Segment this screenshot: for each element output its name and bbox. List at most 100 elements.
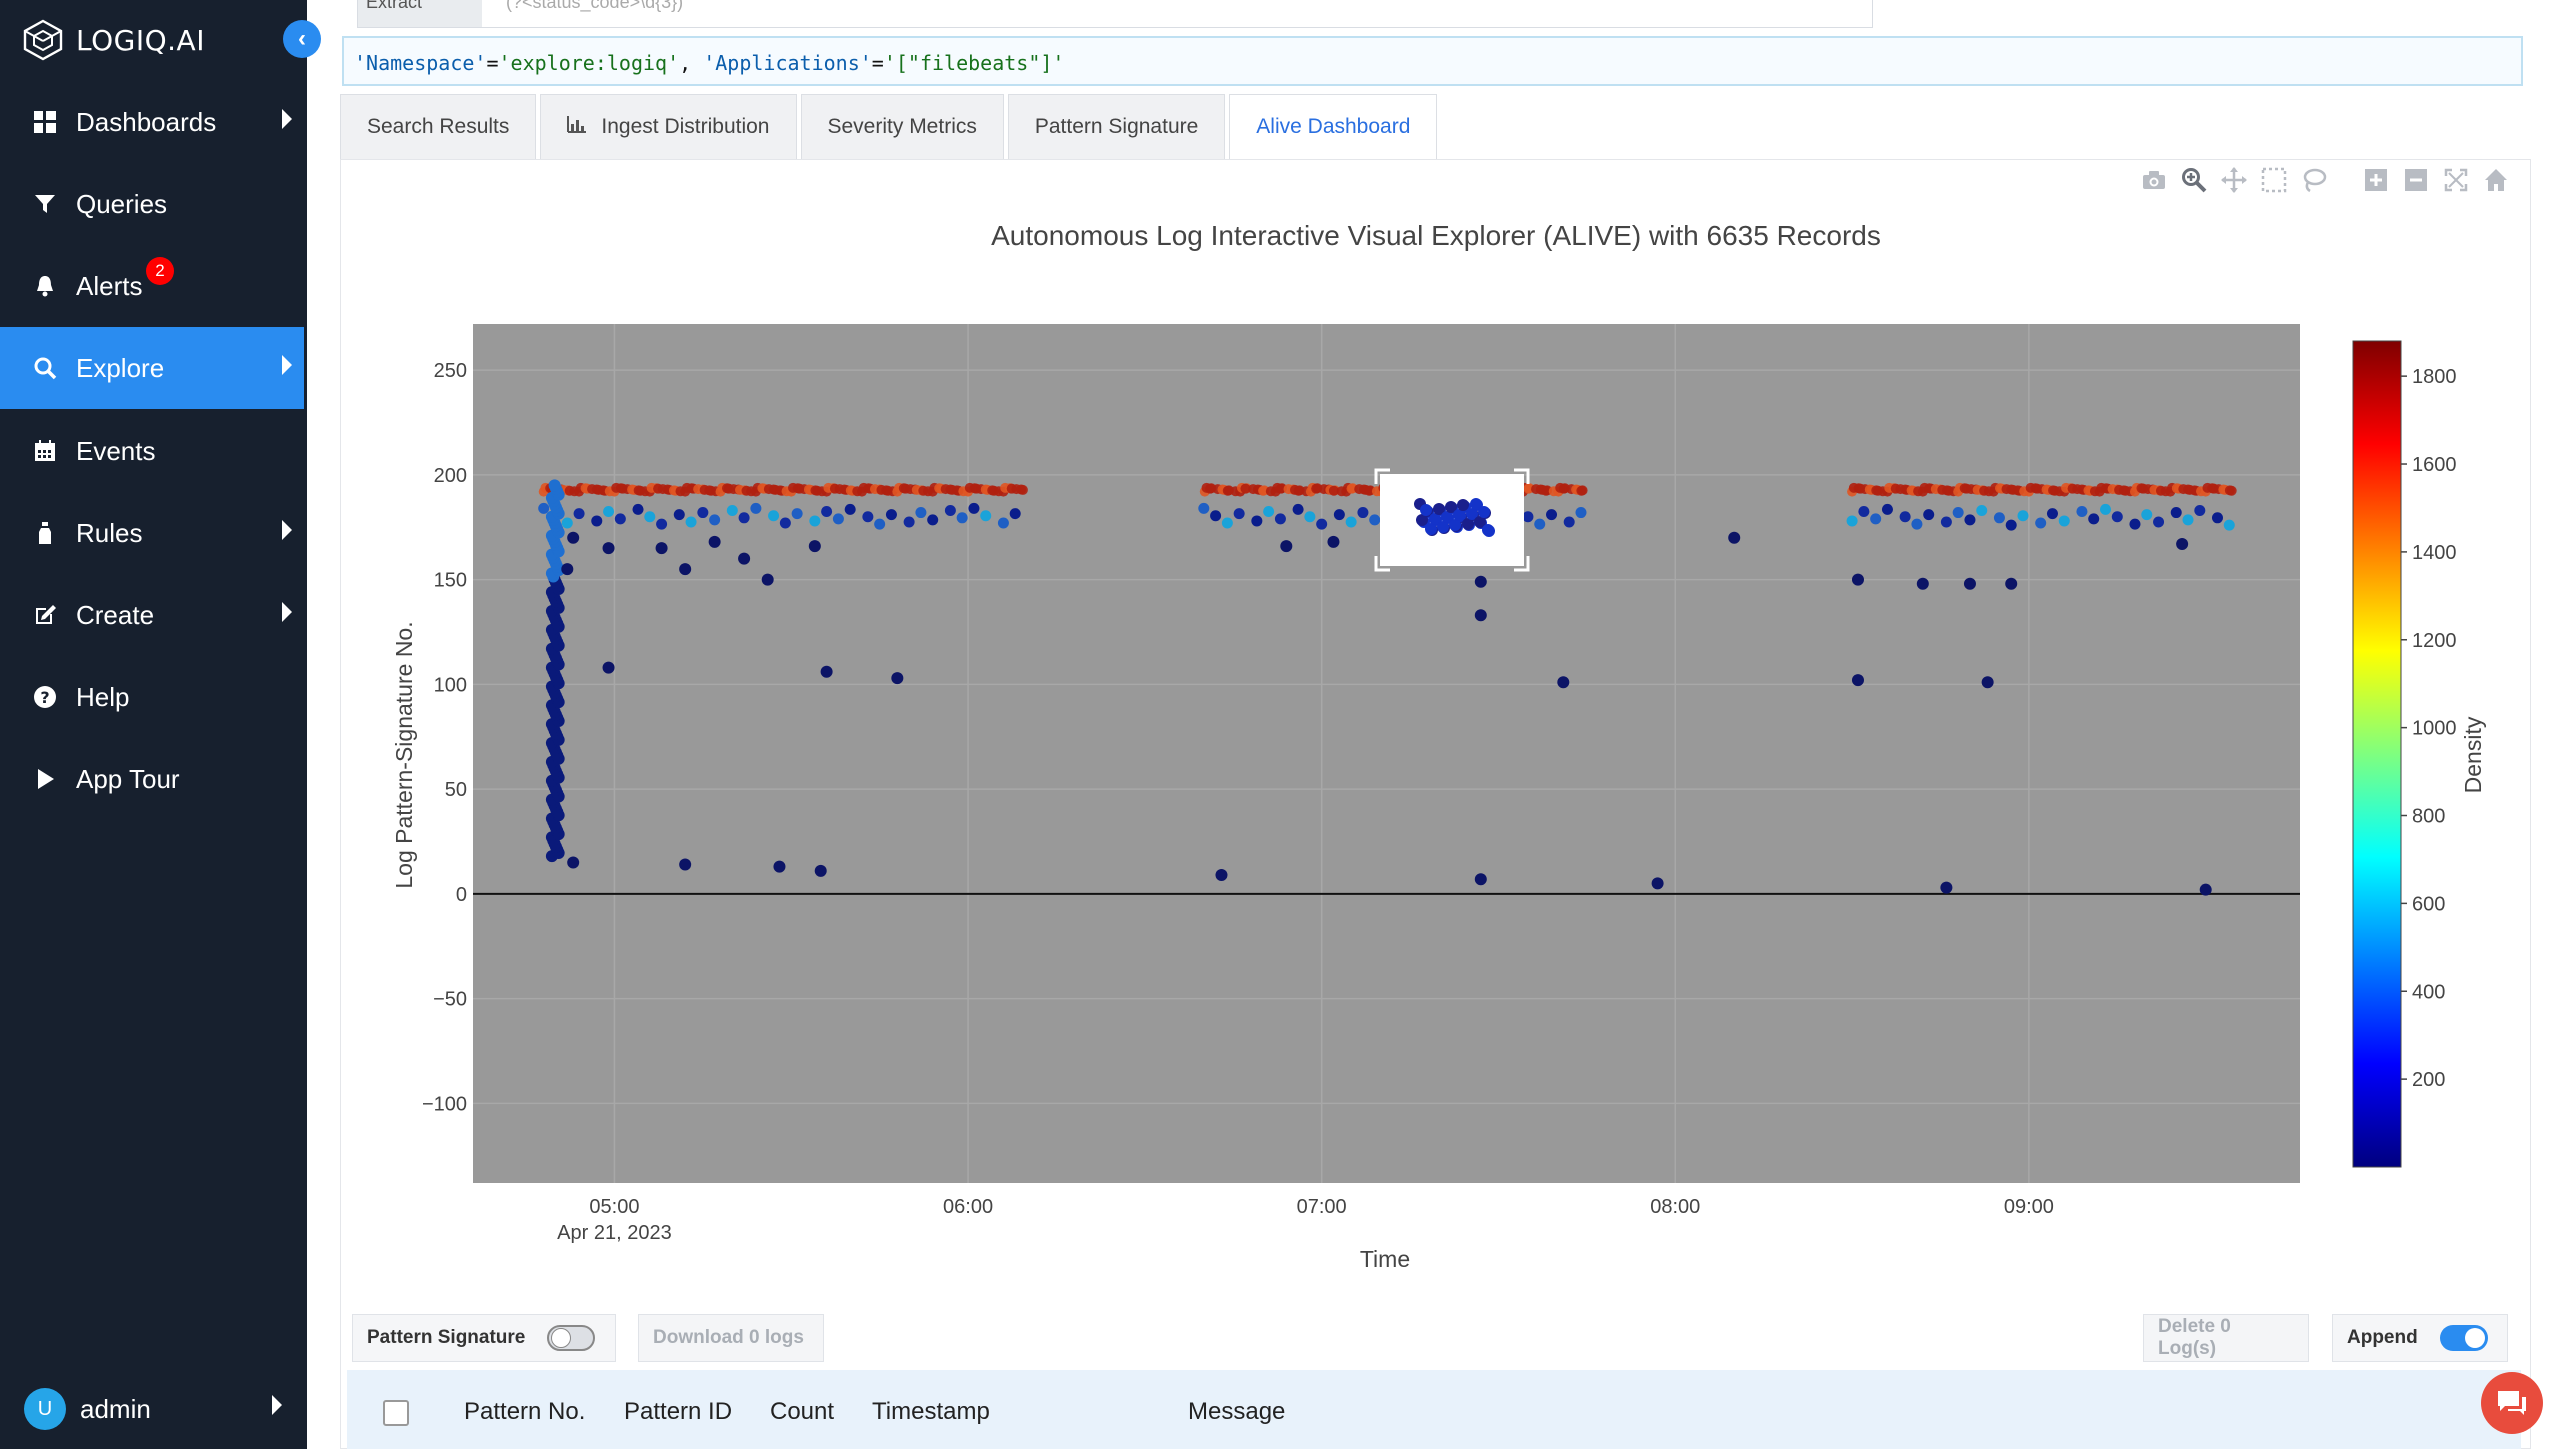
selection-cluster-point: [1482, 524, 1494, 536]
delete-logs-button[interactable]: Delete 0 Log(s): [2143, 1314, 2309, 1362]
scatter-point: [761, 573, 774, 586]
band-point: [1017, 484, 1028, 495]
band-lower-point: [768, 510, 780, 522]
pattern-signature-toggle[interactable]: [547, 1325, 596, 1351]
query-bar[interactable]: 'Namespace'='explore:logiq', 'Applicatio…: [342, 36, 2523, 86]
tab-label: Pattern Signature: [1034, 115, 1199, 138]
band-lower-point: [1940, 516, 1952, 528]
scatter-point: [602, 542, 615, 555]
band-lower-point: [1964, 514, 1976, 526]
band-lower-point: [903, 516, 915, 528]
band-lower-point: [944, 504, 956, 516]
col-pattern-id[interactable]: Pattern ID: [624, 1398, 732, 1426]
sidebar-item-explore[interactable]: Explore: [0, 327, 304, 409]
pan-icon[interactable]: [2220, 166, 2248, 194]
sidebar-item-help[interactable]: ? Help: [0, 656, 304, 738]
append-toggle-group[interactable]: Append: [2332, 1314, 2508, 1362]
scatter-point: [1557, 676, 1570, 689]
extract-label: Extract: [358, 0, 482, 27]
camera-icon[interactable]: [2140, 166, 2168, 194]
tab-ingest-distribution[interactable]: Ingest Distribution: [540, 94, 797, 160]
tab-severity-metrics[interactable]: Severity Metrics: [800, 94, 1004, 160]
alive-scatter-chart[interactable]: Autonomous Log Interactive Visual Explor…: [360, 200, 2530, 1280]
band-lower-point: [709, 514, 721, 526]
band-lower-point: [1911, 518, 1923, 530]
tab-pattern-signature[interactable]: Pattern Signature: [1007, 94, 1226, 160]
user-menu[interactable]: U admin: [24, 1388, 151, 1430]
band-lower-point: [1575, 507, 1587, 519]
band-lower-point: [1357, 507, 1369, 519]
band-lower-point: [2076, 506, 2088, 518]
col-timestamp[interactable]: Timestamp: [872, 1398, 990, 1426]
y-tick-label: 100: [434, 674, 467, 696]
sidebar-item-alerts[interactable]: Alerts 2: [0, 245, 304, 327]
band-lower-point: [1251, 515, 1263, 527]
zoom-in-icon[interactable]: [2362, 166, 2390, 194]
band-lower-point: [685, 516, 697, 528]
autoscale-icon[interactable]: [2442, 166, 2470, 194]
col-count[interactable]: Count: [770, 1398, 834, 1426]
download-logs-button[interactable]: Download 0 logs: [638, 1314, 824, 1362]
append-toggle[interactable]: [2439, 1325, 2488, 1351]
band-lower-point: [656, 518, 668, 530]
sidebar-item-label: Dashboards: [76, 106, 217, 137]
tab-alive-dashboard[interactable]: Alive Dashboard: [1229, 94, 1438, 160]
col-pattern-no[interactable]: Pattern No.: [464, 1398, 585, 1426]
band-lower-point: [632, 503, 644, 515]
scatter-point: [1981, 676, 1994, 689]
band-lower-point: [997, 517, 1009, 529]
band-lower-point: [862, 511, 874, 523]
edit-icon: [32, 602, 58, 628]
sidebar-item-create[interactable]: Create: [0, 574, 304, 656]
colorbar-tick-label: 200: [2412, 1069, 2445, 1091]
zoom-out-icon[interactable]: [2402, 166, 2430, 194]
chat-support-button[interactable]: [2481, 1372, 2543, 1434]
band-lower-point: [1345, 516, 1357, 528]
scatter-point: [1728, 531, 1741, 544]
extract-field[interactable]: Extract (?<status_code>\d{3}): [357, 0, 1873, 28]
sidebar-item-rules[interactable]: Rules: [0, 492, 304, 574]
scatter-point: [814, 864, 827, 877]
band-lower-point: [673, 509, 685, 521]
tab-search-results[interactable]: Search Results: [340, 94, 537, 160]
band-lower-point: [1846, 515, 1858, 527]
collapse-sidebar-button[interactable]: ‹: [283, 20, 321, 58]
colorbar-tick-label: 1800: [2412, 366, 2457, 388]
band-lower-point: [2182, 514, 2194, 526]
sidebar-item-label: Rules: [76, 517, 143, 548]
user-name: admin: [80, 1393, 151, 1424]
x-tick-label: 07:00: [1297, 1196, 1347, 1218]
sidebar-item-queries[interactable]: Queries: [0, 163, 304, 245]
scatter-point: [891, 672, 904, 685]
select-all-checkbox[interactable]: [383, 1400, 409, 1426]
band-lower-point: [844, 503, 856, 515]
band-lower-point: [2170, 507, 2182, 519]
extract-input[interactable]: (?<status_code>\d{3}): [506, 0, 683, 11]
reset-axes-home-icon[interactable]: [2482, 166, 2510, 194]
caret-right-icon[interactable]: [272, 1395, 282, 1415]
scatter-point: [1940, 881, 1953, 894]
col-message[interactable]: Message: [1188, 1398, 1285, 1426]
sidebar-item-label: Help: [76, 681, 130, 712]
grid-icon: [32, 109, 58, 135]
band-lower-point: [1221, 517, 1233, 529]
band-lower-point: [1009, 508, 1021, 520]
zoom-icon[interactable]: [2180, 166, 2208, 194]
band-lower-point: [1292, 503, 1304, 515]
sidebar: LOGIQ.AI ‹ Dashboards Queries Alerts 2 Explo…: [0, 0, 321, 1449]
tab-label: Search Results: [367, 115, 510, 138]
sidebar-item-label: Alerts: [76, 270, 143, 301]
lasso-select-icon[interactable]: [2300, 166, 2328, 194]
scatter-point: [1474, 873, 1487, 886]
x-tick-label: 09:00: [2004, 1196, 2054, 1218]
sidebar-item-dashboards[interactable]: Dashboards: [0, 81, 304, 163]
scatter-point: [1327, 535, 1340, 548]
sidebar-item-app-tour[interactable]: App Tour: [0, 738, 304, 820]
sidebar-item-events[interactable]: Events: [0, 410, 304, 492]
pattern-signature-toggle-group[interactable]: Pattern Signature: [352, 1314, 616, 1362]
band-lower-point: [809, 515, 821, 527]
box-select-icon[interactable]: [2260, 166, 2288, 194]
x-axis-label: Time: [1360, 1246, 1410, 1272]
app-logo[interactable]: LOGIQ.AI: [22, 18, 205, 62]
band-lower-point: [603, 506, 615, 518]
